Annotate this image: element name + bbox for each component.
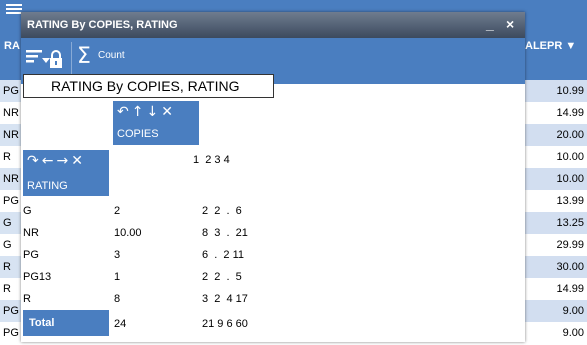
column-field-controls: ↶ ↑ ↓ ✕ — [117, 104, 176, 120]
arrow-right-icon[interactable]: → — [56, 153, 68, 169]
rating-cell[interactable]: PG — [0, 300, 21, 323]
pivot-title-field[interactable]: RATING By COPIES, RATING — [23, 74, 274, 98]
column-field-label: COPIES — [117, 128, 159, 140]
remove-icon[interactable]: ✕ — [71, 153, 83, 169]
rotate-right-icon[interactable]: ↷ — [27, 153, 39, 169]
row-value: 10.00 — [114, 227, 142, 239]
menu-icon[interactable] — [6, 4, 22, 16]
close-button[interactable]: × — [506, 16, 514, 32]
saleprice-cell[interactable]: 10.00 — [525, 168, 587, 191]
row-value: 8 — [114, 293, 121, 305]
rating-cell[interactable]: R — [0, 256, 21, 279]
row-label: PG13 — [23, 271, 52, 283]
rating-cell[interactable]: G — [0, 212, 21, 235]
saleprice-column-header[interactable]: ALEPR ▼ — [525, 40, 576, 52]
pivot-title-text: RATING By COPIES, RATING — [51, 78, 240, 94]
total-label: Total — [29, 317, 55, 329]
arrow-left-icon[interactable]: ← — [42, 153, 54, 169]
rating-cell[interactable]: R — [0, 146, 21, 169]
row-label: R — [23, 293, 31, 305]
arrow-up-icon[interactable]: ↑ — [132, 104, 144, 120]
total-value: 24 — [114, 318, 127, 330]
row-cells: 6 . 2 11 — [202, 249, 244, 261]
row-cells: 2 2 . 6 — [202, 205, 242, 217]
saleprice-cell[interactable]: 10.00 — [525, 146, 587, 169]
arrow-down-icon[interactable]: ↓ — [146, 104, 158, 120]
rating-cell[interactable]: NR — [0, 102, 21, 125]
row-cells: 2 2 . 5 — [202, 271, 242, 283]
dialog-titlebar[interactable]: RATING By COPIES, RATING _ × — [21, 12, 525, 38]
sigma-icon: Σ — [77, 44, 91, 69]
row-value: 2 — [114, 205, 121, 217]
row-label: NR — [23, 227, 39, 239]
saleprice-cell[interactable]: 14.99 — [525, 102, 587, 125]
minimize-button[interactable]: _ — [486, 16, 494, 32]
remove-icon[interactable]: ✕ — [161, 104, 173, 120]
rating-cell[interactable]: NR — [0, 168, 21, 191]
row-value: 3 — [114, 249, 121, 261]
row-field-label: RATING — [27, 180, 68, 192]
toolbar-separator — [71, 42, 72, 78]
row-value: 1 — [114, 271, 121, 283]
dialog-title: RATING By COPIES, RATING — [27, 19, 178, 31]
rating-cell[interactable]: R — [0, 278, 21, 301]
rating-column-header[interactable]: RA — [4, 40, 20, 52]
saleprice-cell[interactable]: 13.99 — [525, 190, 587, 213]
sort-lock-button[interactable] — [23, 42, 67, 78]
saleprice-cell[interactable]: 10.99 — [525, 80, 587, 103]
saleprice-cell[interactable]: 13.25 — [525, 212, 587, 235]
sort-lock-icon — [26, 50, 62, 68]
rotate-left-icon[interactable]: ↶ — [117, 104, 129, 120]
saleprice-cell[interactable]: 14.99 — [525, 278, 587, 301]
rating-cell[interactable]: NR — [0, 124, 21, 147]
row-cells: 3 2 4 17 — [202, 293, 248, 305]
saleprice-cell[interactable]: 20.00 — [525, 124, 587, 147]
pivot-dialog: RATING By COPIES, RATING _ × Σ Count RAT… — [21, 12, 525, 342]
total-cells: 21 9 6 60 — [202, 318, 248, 330]
row-field-rating[interactable]: ↷ ← → ✕ RATING — [23, 150, 109, 196]
count-label: Count — [98, 50, 125, 61]
column-field-copies[interactable]: ↶ ↑ ↓ ✕ COPIES — [113, 101, 199, 145]
saleprice-cell[interactable]: 30.00 — [525, 256, 587, 279]
rating-cell[interactable]: G — [0, 234, 21, 257]
saleprice-cell[interactable]: 29.99 — [525, 234, 587, 257]
total-row-header: Total — [23, 310, 109, 336]
saleprice-cell[interactable]: 9.00 — [525, 300, 587, 323]
row-field-controls: ↷ ← → ✕ — [27, 153, 86, 169]
row-cells: 8 3 . 21 — [202, 227, 248, 239]
row-label: G — [23, 205, 32, 217]
count-button[interactable]: Σ Count — [77, 42, 137, 78]
rating-cell[interactable]: PG — [0, 190, 21, 213]
rating-cell[interactable]: PG — [0, 80, 21, 103]
row-label: PG — [23, 249, 39, 261]
column-headers: 1 2 3 4 — [193, 154, 230, 166]
